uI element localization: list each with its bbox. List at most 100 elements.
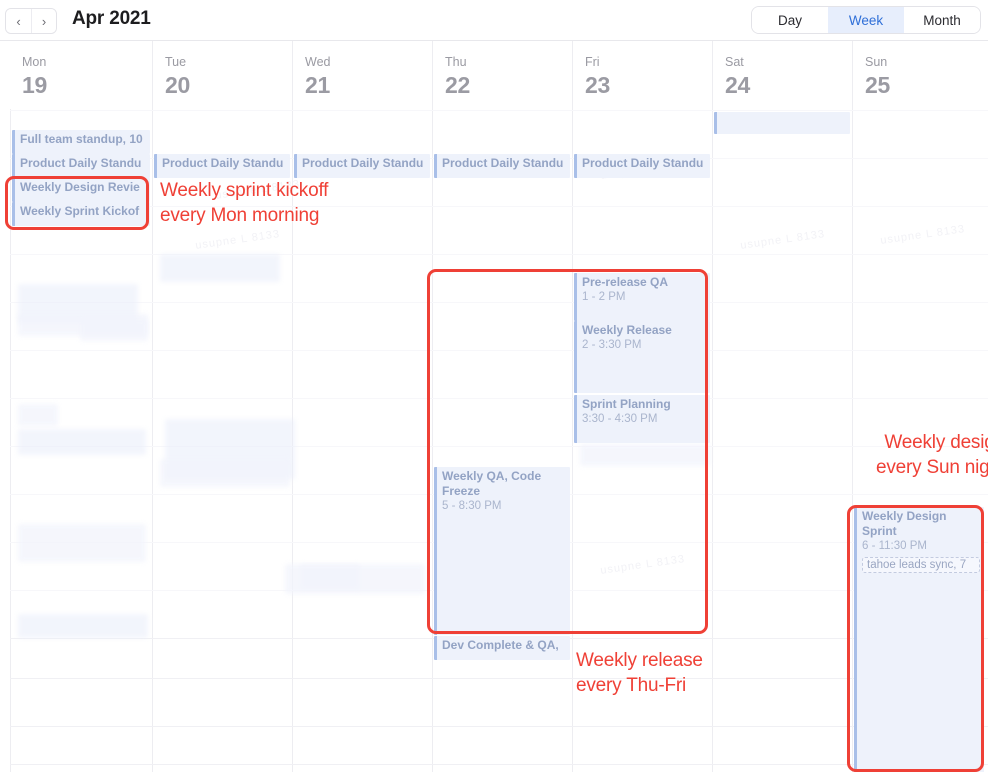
event-time: 6 - 11:30 PM bbox=[862, 540, 927, 552]
event-time: 2 - 3:30 PM bbox=[582, 339, 642, 351]
watermark: usupne L 8133 bbox=[194, 228, 281, 252]
grid-column-line bbox=[10, 109, 11, 772]
ghost-event bbox=[18, 614, 148, 638]
event-title: Product Daily Standu bbox=[442, 156, 564, 170]
ghost-event bbox=[80, 319, 148, 341]
grid-hour-line bbox=[10, 764, 988, 765]
day-header-num: 19 bbox=[22, 72, 47, 98]
tab-week[interactable]: Week bbox=[828, 7, 904, 33]
day-header-dow: Tue bbox=[165, 55, 187, 69]
event-fri-product-daily-standup[interactable]: Product Daily Standu bbox=[574, 154, 710, 178]
toolbar: ‹ › Apr 2021 Day Week Month bbox=[0, 0, 988, 41]
day-header-sun[interactable]: Sun 25 bbox=[852, 41, 988, 109]
annotation-line: every Sun night bbox=[875, 457, 988, 478]
day-header-num: 20 bbox=[165, 72, 190, 98]
day-header-dow: Fri bbox=[585, 55, 600, 69]
grid-hour-line bbox=[10, 726, 988, 727]
day-header-wed[interactable]: Wed 21 bbox=[292, 41, 432, 109]
grid-hour-line bbox=[10, 302, 988, 303]
grid-hour-line bbox=[10, 350, 988, 351]
day-header-row: Mon 19 Tue 20 Wed 21 Thu 22 Fri 23 Sat 2… bbox=[0, 41, 988, 109]
event-title: Weekly QA, Code Freeze bbox=[442, 469, 542, 498]
event-full-team-standup[interactable]: Full team standup, 10 bbox=[12, 130, 150, 154]
ghost-event bbox=[160, 254, 280, 282]
event-mon-product-daily-standup[interactable]: Product Daily Standu bbox=[12, 154, 150, 178]
day-header-fri[interactable]: Fri 23 bbox=[572, 41, 712, 109]
event-chip-tahoe-leads-sync[interactable]: tahoe leads sync, 7 bbox=[862, 557, 980, 573]
calendar-app: ‹ › Apr 2021 Day Week Month Mon 19 Tue 2… bbox=[0, 0, 988, 772]
annotation-text-design-sprint: Weekly design every Sun night bbox=[830, 430, 988, 480]
ghost-event bbox=[285, 564, 425, 594]
event-sprint-planning[interactable]: Sprint Planning 3:30 - 4:30 PM bbox=[574, 395, 710, 443]
date-nav-group: ‹ › bbox=[5, 8, 57, 34]
watermark: usupne L 8133 bbox=[599, 553, 686, 577]
grid-hour-line bbox=[10, 398, 988, 399]
event-title: Weekly Design Revie bbox=[20, 180, 140, 194]
event-title: Product Daily Standu bbox=[162, 156, 284, 170]
event-wed-product-daily-standup[interactable]: Product Daily Standu bbox=[294, 154, 430, 178]
day-header-num: 24 bbox=[725, 72, 750, 98]
event-title: Pre-release QA bbox=[582, 275, 669, 289]
page-title: Apr 2021 bbox=[72, 8, 151, 29]
event-weekly-release[interactable]: Weekly Release 2 - 3:30 PM bbox=[574, 321, 710, 393]
ghost-event bbox=[18, 429, 146, 455]
day-header-dow: Thu bbox=[445, 55, 467, 69]
event-time: 1 - 2 PM bbox=[582, 291, 626, 303]
event-title: Dev Complete & QA, bbox=[442, 638, 559, 652]
event-title: Full team standup, 10 bbox=[20, 132, 143, 146]
day-header-num: 23 bbox=[585, 72, 610, 98]
annotation-text-sprint-kickoff: Weekly sprint kickoff every Mon morning bbox=[160, 178, 390, 228]
watermark: usupne L 8133 bbox=[879, 223, 966, 247]
annotation-line: Weekly design bbox=[884, 432, 988, 453]
watermark: usupne L 8133 bbox=[739, 228, 826, 252]
day-header-num: 21 bbox=[305, 72, 330, 98]
grid-column-line bbox=[432, 109, 433, 772]
annotation-line: Weekly sprint kickoff bbox=[160, 180, 329, 201]
event-weekly-qa-code-freeze[interactable]: Weekly QA, Code Freeze 5 - 8:30 PM bbox=[434, 467, 570, 635]
day-header-dow: Mon bbox=[22, 55, 47, 69]
ghost-event bbox=[580, 444, 710, 466]
event-pre-release-qa[interactable]: Pre-release QA 1 - 2 PM bbox=[574, 273, 710, 321]
ghost-event bbox=[18, 524, 146, 562]
day-header-num: 22 bbox=[445, 72, 470, 98]
event-thu-product-daily-standup[interactable]: Product Daily Standu bbox=[434, 154, 570, 178]
day-header-thu[interactable]: Thu 22 bbox=[432, 41, 572, 109]
day-header-dow: Sat bbox=[725, 55, 744, 69]
prev-period-button[interactable]: ‹ bbox=[6, 9, 31, 33]
event-title: Product Daily Standu bbox=[582, 156, 704, 170]
annotation-line: every Mon morning bbox=[160, 205, 320, 226]
event-dev-complete-qa[interactable]: Dev Complete & QA, bbox=[434, 636, 570, 660]
grid-hour-line bbox=[10, 110, 988, 111]
day-header-sat[interactable]: Sat 24 bbox=[712, 41, 852, 109]
event-title: Sprint Planning bbox=[582, 397, 671, 411]
ghost-event bbox=[18, 404, 58, 426]
tab-month[interactable]: Month bbox=[904, 7, 980, 33]
grid-hour-line bbox=[10, 206, 988, 207]
grid-hour-line bbox=[10, 678, 988, 679]
next-period-button[interactable]: › bbox=[31, 9, 56, 33]
event-weekly-design-sprint[interactable]: Weekly Design Sprint 6 - 11:30 PM tahoe … bbox=[854, 507, 984, 772]
event-time: 5 - 8:30 PM bbox=[442, 500, 502, 512]
annotation-line: every Thu-Fri bbox=[576, 675, 687, 696]
day-header-dow: Wed bbox=[305, 55, 331, 69]
event-weekly-design-review[interactable]: Weekly Design Revie bbox=[12, 178, 150, 202]
event-title: Weekly Design Sprint bbox=[862, 509, 947, 538]
annotation-text-weekly-release: Weekly release every Thu-Fri bbox=[576, 648, 776, 698]
annotation-line: Weekly release bbox=[576, 650, 703, 671]
event-title: Product Daily Standu bbox=[20, 156, 142, 170]
day-header-num: 25 bbox=[865, 72, 890, 98]
event-title: Weekly Release bbox=[582, 323, 672, 337]
day-header-dow: Sun bbox=[865, 55, 888, 69]
grid-column-line bbox=[152, 109, 153, 772]
event-weekly-sprint-kickoff[interactable]: Weekly Sprint Kickof bbox=[12, 202, 150, 226]
ghost-event bbox=[160, 459, 290, 487]
event-tue-product-daily-standup[interactable]: Product Daily Standu bbox=[154, 154, 290, 178]
view-toggle: Day Week Month bbox=[751, 6, 981, 34]
day-header-mon[interactable]: Mon 19 bbox=[10, 41, 152, 109]
tab-day[interactable]: Day bbox=[752, 7, 828, 33]
grid-hour-line bbox=[10, 254, 988, 255]
day-header-tue[interactable]: Tue 20 bbox=[152, 41, 292, 109]
grid-column-line bbox=[572, 109, 573, 772]
event-title: Weekly Sprint Kickof bbox=[20, 204, 140, 218]
event-sat-untitled[interactable] bbox=[714, 112, 850, 134]
